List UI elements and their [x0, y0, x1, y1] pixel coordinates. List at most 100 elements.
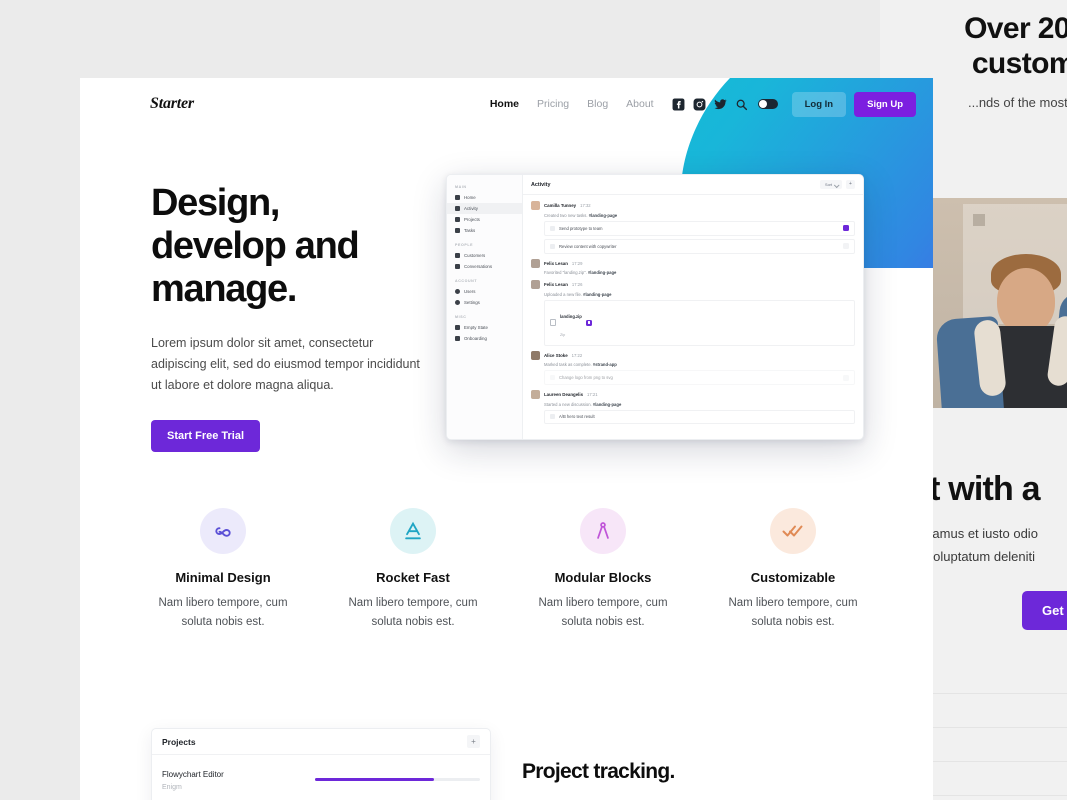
activity-header: Laureen Deangelis 17:21 [531, 390, 855, 399]
compass-icon [580, 508, 626, 554]
sidebar-item-label: Projects [464, 217, 480, 222]
sort-dropdown[interactable]: Sort [820, 180, 842, 189]
sidebar-item-users[interactable]: Users [447, 286, 522, 297]
mockup-page-title: Activity [531, 181, 551, 188]
bg-get-started-button[interactable]: Get Sta [1022, 590, 1067, 630]
activity-feed: Camilla Tunney 17:32 Created two new tas… [523, 195, 863, 424]
search-icon[interactable] [735, 98, 748, 111]
avatar [531, 280, 540, 289]
activity-desc-text: Uploaded a new file. [544, 291, 582, 297]
task-label: A/B hero text result [559, 414, 595, 419]
signup-button[interactable]: Sign Up [854, 91, 916, 117]
activity-item: Felix Lesan 17:29 Favorited "landing.zip… [531, 258, 855, 275]
mockup-header: Activity Sort + [523, 175, 863, 195]
projects-card-header: Projects + [152, 729, 490, 755]
avatar [531, 258, 540, 268]
sidebar-item-activity[interactable]: Activity [447, 203, 522, 214]
activity-tag[interactable]: #landing-page [583, 292, 611, 297]
mockup-header-actions: Sort + [820, 180, 855, 189]
activity-task-row[interactable]: Review content with copywriter [544, 238, 855, 254]
activity-tag[interactable]: #strand-app [593, 362, 617, 367]
twitter-icon[interactable] [714, 98, 727, 111]
activity-header: Felix Lesan 17:26 [531, 280, 855, 289]
hero-heading-line2: develop and [151, 224, 360, 267]
sidebar-item-tasks[interactable]: Tasks [447, 225, 522, 236]
nav-link-about[interactable]: About [626, 98, 653, 110]
projects-card: Projects + Flowychart Editor Enigm [151, 728, 491, 800]
activity-time: 17:29 [571, 260, 583, 266]
activity-user: Laureen Deangelis [544, 392, 584, 397]
type-a-icon [390, 508, 436, 554]
users-icon [455, 253, 460, 258]
hero-section: Design, develop and manage. Lorem ipsum … [151, 182, 421, 452]
photo-head [997, 268, 1055, 334]
activity-task-row[interactable]: Send prototype to team [544, 220, 855, 236]
activity-user: Alice Stoke [544, 352, 568, 358]
nav-link-blog[interactable]: Blog [587, 98, 608, 110]
screenshot-root: Over 20,000 customers ...nds of the most… [0, 0, 1067, 800]
brand-logo[interactable]: Starter [150, 95, 194, 113]
activity-tag[interactable]: #landing-page [593, 402, 621, 407]
facebook-icon[interactable] [672, 98, 685, 111]
activity-user: Felix Lesan [544, 260, 568, 266]
nav-link-pricing[interactable]: Pricing [537, 98, 569, 110]
activity-tag[interactable]: #landing-page [589, 213, 617, 218]
nav-link-home[interactable]: Home [490, 98, 519, 110]
check-icon [455, 228, 460, 233]
square-badge-icon[interactable] [843, 374, 849, 381]
pin-icon [455, 325, 460, 330]
dark-mode-toggle[interactable] [757, 99, 778, 109]
project-progress-bar [315, 778, 480, 781]
feature-body: Nam libero tempore, cum soluta nobis est… [538, 597, 668, 628]
activity-task-row[interactable]: A/B hero text result [544, 409, 855, 424]
sidebar-item-settings[interactable]: Settings [447, 297, 522, 308]
start-free-trial-button[interactable]: Start Free Trial [151, 419, 261, 452]
task-label: Send prototype to team [559, 225, 603, 231]
sidebar-item-label: Conversations [464, 264, 493, 269]
feature-body: Nam libero tempore, cum soluta nobis est… [348, 597, 478, 628]
feature-title: Customizable [750, 570, 836, 585]
activity-tag[interactable]: #landing-page [588, 270, 616, 275]
activity-item: Alice Stoke 17:22 Marked task as complet… [531, 350, 855, 385]
activity-header: Felix Lesan 17:29 [531, 258, 855, 268]
activity-header: Camilla Tunney 17:32 [531, 201, 855, 210]
star-badge-icon[interactable] [843, 225, 849, 231]
navbar-right: Home Pricing Blog About Log In Sign Up [490, 91, 916, 117]
sidebar-group-main: MAIN [455, 185, 467, 189]
checkbox-icon[interactable] [550, 243, 555, 249]
activity-item: Camilla Tunney 17:32 Created two new tas… [531, 201, 855, 254]
app-mockup: MAIN Home Activity Projects Tasks PEOPLE… [446, 174, 864, 440]
login-button[interactable]: Log In [791, 91, 847, 117]
sidebar-item-customers[interactable]: Customers [447, 250, 522, 261]
checkbox-checked-icon[interactable] [550, 375, 555, 380]
file-badge-icon[interactable] [585, 319, 592, 326]
square-badge-icon[interactable] [843, 243, 849, 249]
sidebar-item-onboarding[interactable]: Onboarding [447, 333, 522, 344]
main-landing-page: Starter Home Pricing Blog About Log In S… [80, 78, 933, 800]
feature-title: Rocket Fast [376, 570, 450, 585]
checkbox-icon[interactable] [550, 225, 555, 231]
sidebar-group-people: PEOPLE [455, 243, 474, 247]
sidebar-item-conversations[interactable]: Conversations [447, 261, 522, 272]
photo-window [973, 214, 985, 226]
activity-header: Alice Stoke 17:22 [531, 350, 855, 360]
activity-task-row[interactable]: Change logo from png to svg [544, 370, 855, 385]
hero-heading-line1: Design, [151, 182, 280, 224]
bg-stats-heading-line2: customers [971, 46, 1067, 80]
checkbox-icon[interactable] [550, 414, 555, 419]
sidebar-item-projects[interactable]: Projects [447, 214, 522, 225]
sidebar-item-label: Tasks [464, 228, 476, 233]
infinity-icon [200, 508, 246, 554]
avatar [531, 390, 540, 399]
lock-icon [455, 336, 460, 341]
sidebar-item-label: Empty State [464, 325, 488, 330]
projects-card-title: Projects [162, 736, 196, 747]
instagram-icon[interactable] [693, 98, 706, 111]
add-button[interactable]: + [846, 180, 855, 189]
sidebar-item-home[interactable]: Home [447, 192, 522, 203]
add-project-button[interactable]: + [467, 735, 480, 748]
project-row[interactable]: Flowychart Editor Enigm [152, 755, 490, 791]
bg-hero-photo [933, 198, 1067, 408]
activity-file-row[interactable]: landing.zip Zip [544, 299, 855, 346]
sidebar-item-empty-state[interactable]: Empty State [447, 322, 522, 333]
